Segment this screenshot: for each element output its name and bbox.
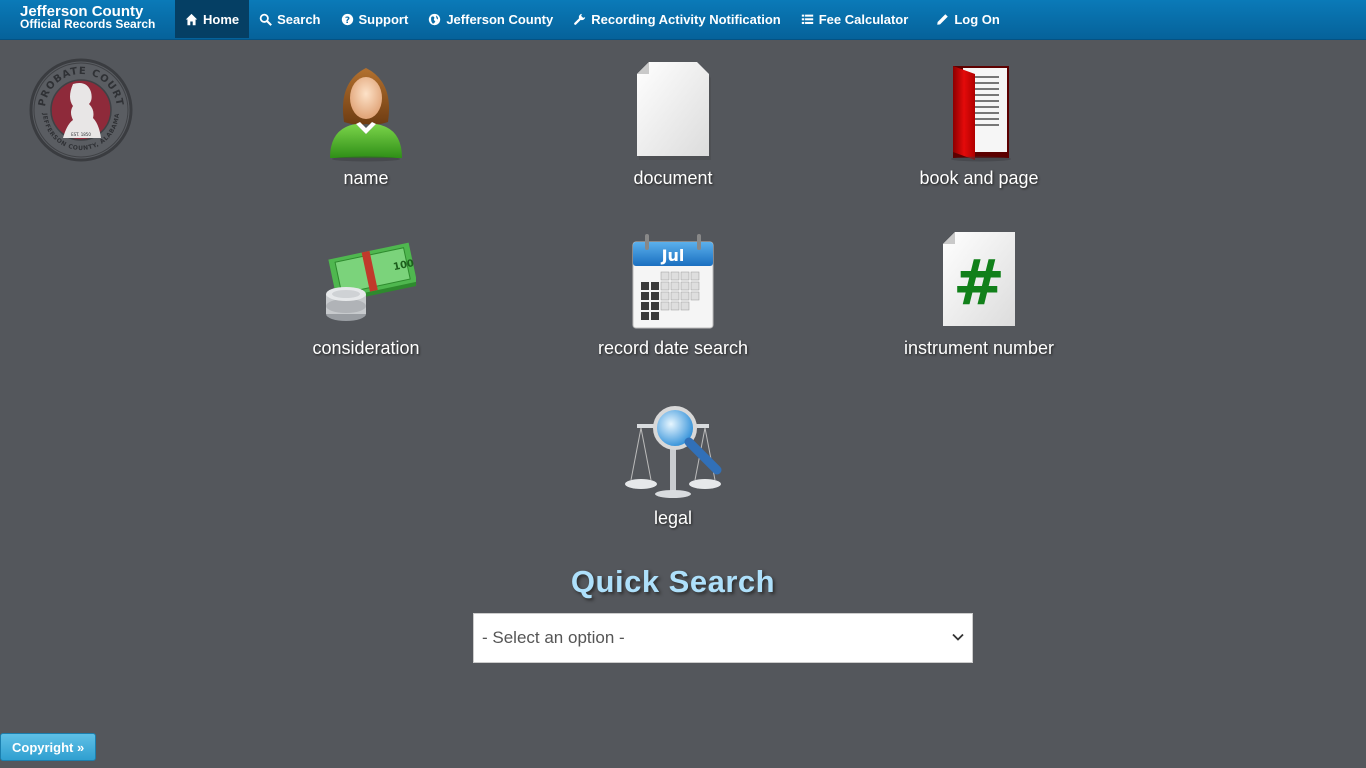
nav-fee-calculator-label: Fee Calculator: [818, 11, 909, 27]
search-tile-name[interactable]: name: [256, 62, 476, 189]
search-tile-consideration-label: consideration: [312, 338, 420, 358]
svg-text:#: #: [953, 246, 1005, 319]
nav-support[interactable]: ? Support: [331, 0, 419, 38]
nav-support-label: Support: [358, 11, 409, 27]
home-icon: [185, 13, 198, 26]
nav-home-label: Home: [203, 11, 240, 27]
quick-search-title: Quick Search: [570, 564, 776, 599]
document-icon: [637, 62, 711, 160]
search-icon: [259, 13, 273, 26]
hash-document-icon: #: [943, 232, 1015, 326]
brand-subtitle: Official Records Search: [20, 17, 156, 31]
nav-search-label: Search: [277, 11, 321, 27]
nav-recording-activity[interactable]: Recording Activity Notification: [563, 0, 790, 38]
question-icon: ?: [341, 13, 354, 26]
nav-recording-activity-label: Recording Activity Notification: [591, 11, 781, 27]
globe-icon: [428, 13, 441, 26]
chevron-down-icon: [952, 633, 964, 641]
search-tile-consideration[interactable]: 100 consideration: [256, 232, 476, 359]
svg-text:EST. 1850: EST. 1850: [71, 132, 91, 137]
search-tile-document[interactable]: document: [563, 62, 783, 189]
pencil-icon: [936, 13, 949, 26]
svg-text:Jul: Jul: [661, 246, 685, 265]
search-tile-book-and-page[interactable]: book and page: [869, 62, 1089, 189]
svg-text:?: ?: [344, 15, 349, 25]
quick-search-selected-value: - Select an option -: [482, 628, 625, 647]
search-tile-name-label: name: [343, 168, 389, 188]
book-icon: [951, 66, 1011, 162]
search-tile-record-date[interactable]: Jul record date search: [563, 232, 783, 359]
calendar-icon: Jul: [632, 234, 714, 329]
nav-fee-calculator[interactable]: Fee Calculator: [791, 0, 919, 38]
search-tile-document-label: document: [633, 168, 713, 188]
search-tile-record-date-label: record date search: [597, 338, 749, 358]
nav-log-on-label: Log On: [954, 11, 1000, 27]
person-icon: [330, 68, 402, 162]
search-tile-legal[interactable]: legal: [563, 402, 783, 529]
brand[interactable]: Jefferson County Official Records Search: [0, 0, 175, 39]
probate-court-seal: PROBATE COURT JEFFERSON COUNTY, ALABAMA …: [29, 58, 133, 162]
scales-icon: [625, 406, 722, 498]
copyright-button[interactable]: Copyright »: [0, 733, 97, 761]
nav-search[interactable]: Search: [249, 0, 330, 38]
nav-log-on[interactable]: Log On: [926, 0, 1010, 38]
search-tile-legal-label: legal: [653, 508, 693, 528]
wrench-icon: [573, 13, 586, 26]
list-icon: [801, 13, 814, 26]
search-tile-instrument-number[interactable]: # instrument number: [869, 232, 1089, 359]
money-icon: 100: [326, 242, 416, 321]
top-navbar: Jefferson County Official Records Search…: [0, 0, 1366, 40]
nav-home[interactable]: Home: [175, 0, 250, 38]
search-tile-instrument-number-label: instrument number: [903, 338, 1055, 358]
quick-search-select[interactable]: - Select an option -: [473, 613, 973, 663]
nav-jefferson-county-label: Jefferson County: [446, 11, 554, 27]
search-tile-book-and-page-label: book and page: [919, 168, 1039, 188]
nav-jefferson-county[interactable]: Jefferson County: [418, 0, 563, 38]
